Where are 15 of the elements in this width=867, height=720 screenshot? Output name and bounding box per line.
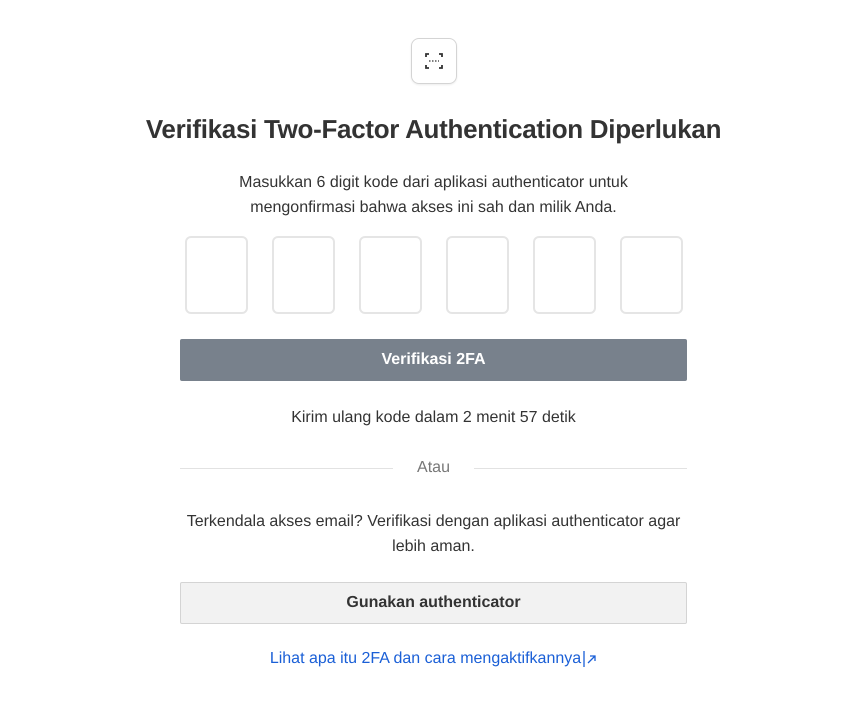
page-title: Verifikasi Two-Factor Authentication Diperlukan <box>146 114 722 145</box>
code-digit-field[interactable] <box>184 236 248 314</box>
scan-frame-icon <box>410 38 456 84</box>
code-digit-field[interactable] <box>358 236 422 314</box>
divider-label: Atau <box>417 459 450 477</box>
instruction-text: Masukkan 6 digit kode dari aplikasi authenticator untuk mengonfirmasi bahwa akses ini sah dan milik Anda. <box>238 173 629 218</box>
help-link[interactable]: Lihat apa itu 2FA dan cara mengaktifkannya <box>270 650 598 668</box>
code-digit-field[interactable] <box>532 236 596 314</box>
alternative-text: Terkendala akses email? Verifikasi dengan aplikasi authenticator agar lebih aman. <box>186 512 682 557</box>
code-digit-field[interactable] <box>446 236 508 314</box>
code-digit-field[interactable] <box>620 236 682 314</box>
code-digit-field[interactable] <box>272 236 334 314</box>
external-link-icon <box>583 650 598 668</box>
use-authenticator-button[interactable]: Gunakan authenticator <box>180 582 687 624</box>
resend-timer-text: Kirim ulang kode dalam 2 menit 57 detik <box>291 409 576 427</box>
